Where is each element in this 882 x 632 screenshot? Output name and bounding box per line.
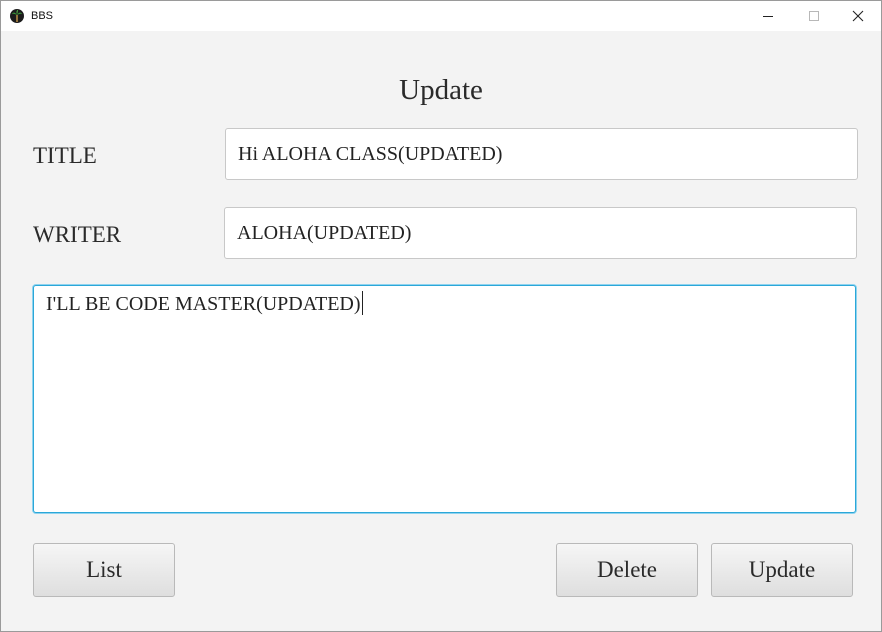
update-button[interactable]: Update: [711, 543, 853, 597]
list-button[interactable]: List: [33, 543, 175, 597]
window-title: BBS: [31, 10, 54, 22]
content-textarea[interactable]: I'LL BE CODE MASTER(UPDATED): [33, 285, 856, 513]
maximize-icon: [809, 11, 819, 21]
writer-label: WRITER: [33, 222, 122, 247]
palm-tree-icon: [10, 9, 24, 23]
maximize-button[interactable]: [791, 1, 837, 31]
page-title: Update: [399, 74, 483, 106]
minimize-button[interactable]: [745, 1, 791, 31]
content-text: I'LL BE CODE MASTER(UPDATED): [46, 293, 361, 315]
title-input[interactable]: Hi ALOHA CLASS(UPDATED): [225, 128, 858, 180]
delete-button[interactable]: Delete: [556, 543, 698, 597]
minimize-icon: [763, 16, 773, 17]
writer-input[interactable]: ALOHA(UPDATED): [224, 207, 857, 259]
title-label: TITLE: [33, 143, 97, 168]
text-caret: [361, 291, 363, 315]
close-icon: [852, 10, 864, 22]
app-window: BBS Update TITLE Hi ALOHA CLASS(UPDATED)…: [0, 0, 882, 632]
title-bar[interactable]: BBS: [1, 1, 881, 31]
close-button[interactable]: [835, 1, 881, 31]
